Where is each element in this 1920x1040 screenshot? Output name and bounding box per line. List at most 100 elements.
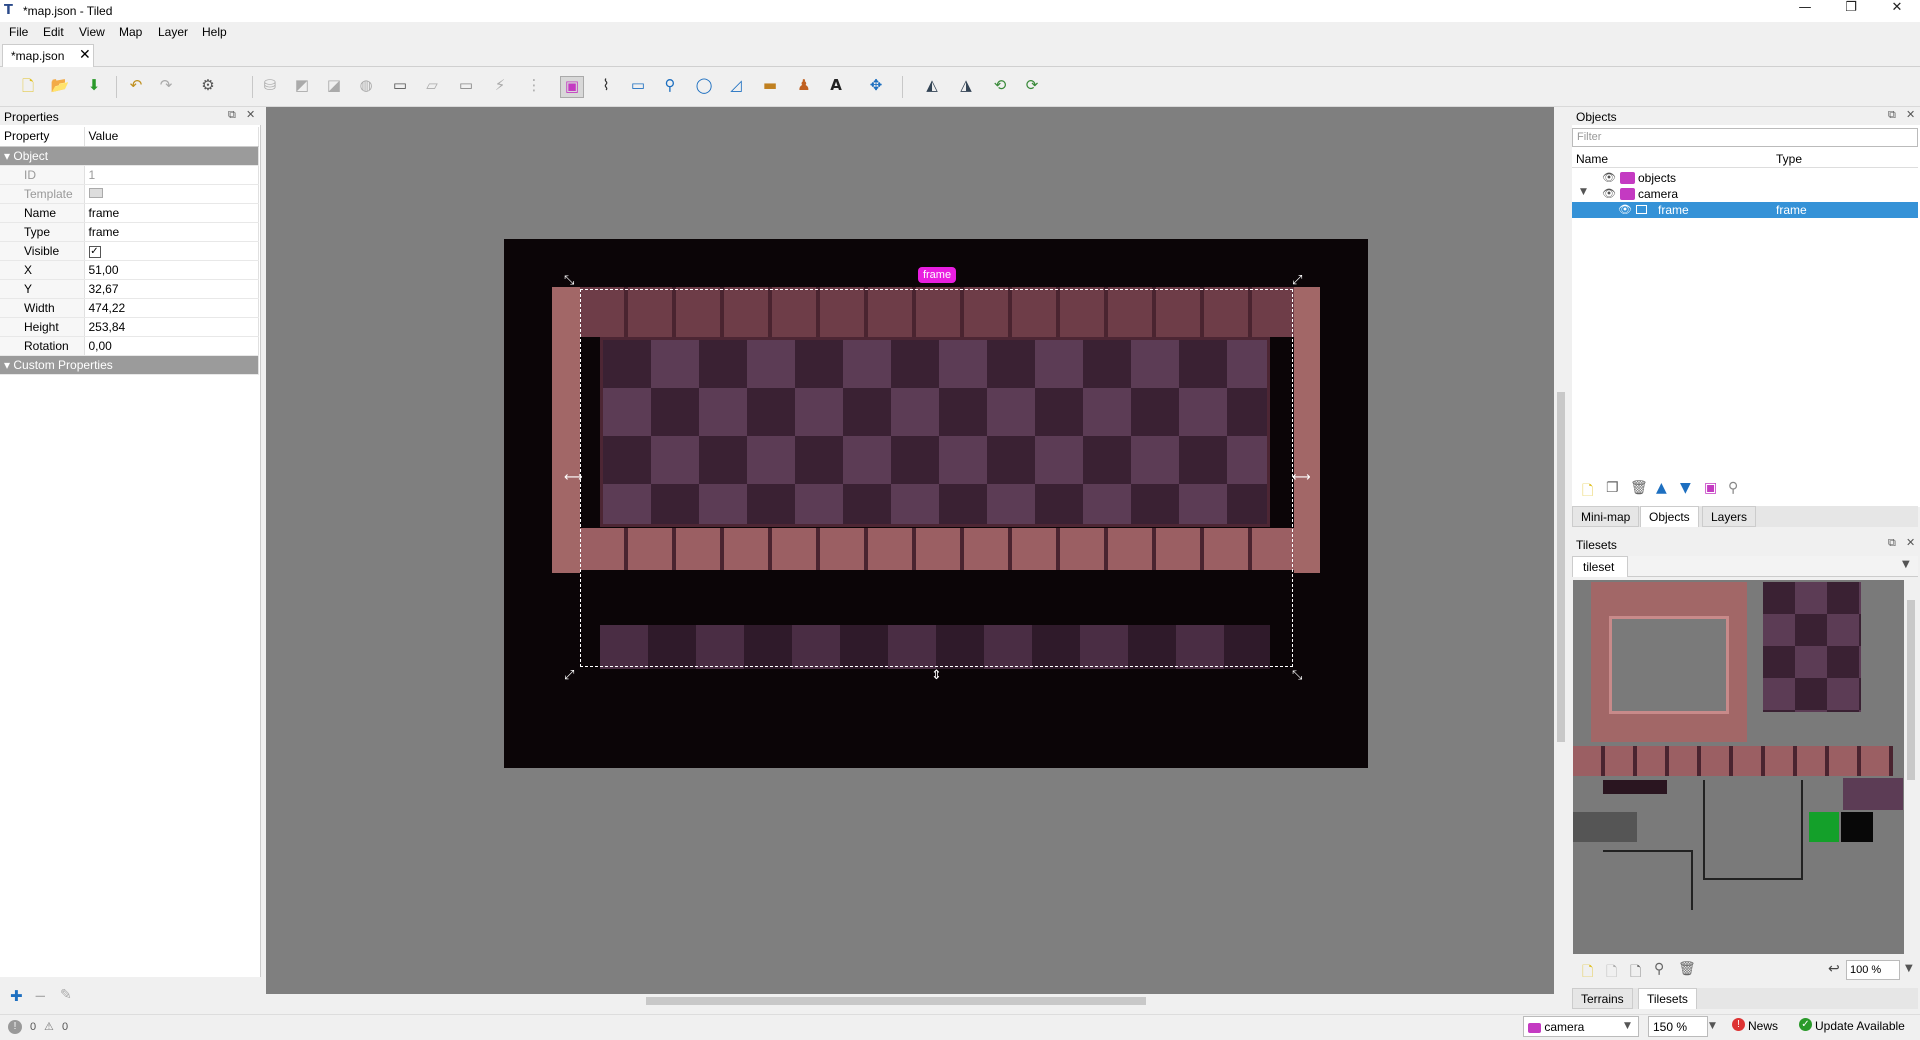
menu-help[interactable]: Help xyxy=(202,25,227,39)
group-object[interactable]: ▾ Object xyxy=(0,146,259,166)
eye-icon[interactable]: 👁 xyxy=(1602,187,1616,200)
new-file-icon[interactable]: 🗋 xyxy=(16,76,40,98)
resize-handle-left[interactable]: ⟷ xyxy=(564,470,583,485)
update-icon[interactable]: ✓ xyxy=(1799,1018,1812,1031)
tab-tilesets[interactable]: Tilesets xyxy=(1638,988,1697,1009)
insert-ellipse-icon[interactable]: ◯ xyxy=(692,76,716,98)
resize-handle-bottom-right[interactable]: ⤡ xyxy=(1292,668,1302,683)
property-row-name[interactable]: Name frame xyxy=(0,203,259,223)
property-value[interactable]: frame xyxy=(84,222,259,242)
property-row-height[interactable]: Height 253,84 xyxy=(0,317,259,337)
undock-icon[interactable]: ⧉ xyxy=(1888,108,1896,122)
move-up-icon[interactable]: ▲ xyxy=(1656,480,1667,496)
resize-handle-bottom[interactable]: ⇕ xyxy=(931,668,942,683)
property-row-x[interactable]: X 51,00 xyxy=(0,260,259,280)
rotate-right-icon[interactable]: ⟳ xyxy=(1020,76,1044,98)
objects-filter-input[interactable]: Filter xyxy=(1572,128,1918,147)
resize-handle-top-right[interactable]: ⤢ xyxy=(1292,273,1302,288)
warning-icon[interactable]: ⚠ xyxy=(44,1020,54,1033)
property-row-y[interactable]: Y 32,67 xyxy=(0,279,259,299)
property-row-id[interactable]: ID 1 xyxy=(0,165,259,185)
undock-icon[interactable]: ⧉ xyxy=(1888,536,1896,550)
rotate-left-icon[interactable]: ⟲ xyxy=(988,76,1012,98)
add-object-layer-icon[interactable]: 🗋 xyxy=(1582,480,1593,504)
stamp-brush-icon[interactable]: ⛁ xyxy=(258,76,282,98)
undo-icon[interactable]: ↶ xyxy=(124,76,148,98)
tile-brick-row[interactable] xyxy=(1573,746,1893,776)
insert-rectangle-icon[interactable]: ▭ xyxy=(626,76,650,98)
tileset-tab[interactable]: tileset xyxy=(1572,556,1628,577)
menu-map[interactable]: Map xyxy=(119,25,142,39)
export-tileset-icon[interactable]: 🗋 xyxy=(1630,961,1641,985)
menu-view[interactable]: View xyxy=(79,25,105,39)
news-link[interactable]: News xyxy=(1748,1019,1778,1033)
close-panel-icon[interactable]: ✕ xyxy=(246,108,255,121)
property-value[interactable]: 32,67 xyxy=(84,279,259,299)
tile-floor-block[interactable] xyxy=(1763,582,1861,712)
wang-brush-icon[interactable]: ◪ xyxy=(322,76,346,98)
current-layer-select[interactable]: camera ▼ xyxy=(1523,1016,1639,1037)
property-row-type[interactable]: Type frame xyxy=(0,222,259,242)
map-zoom-select[interactable]: 150 % ▼ xyxy=(1648,1016,1716,1037)
delete-objects-icon[interactable]: 🗑 xyxy=(1630,480,1648,496)
tile-line-pieces[interactable] xyxy=(1703,780,1803,880)
tileset-view[interactable] xyxy=(1573,580,1904,954)
new-tileset-icon[interactable]: 🗋 xyxy=(1582,961,1593,985)
close-panel-icon[interactable]: ✕ xyxy=(1906,536,1915,549)
insert-polygon-icon[interactable]: ◿ xyxy=(724,76,748,98)
insert-template-icon[interactable]: ♟ xyxy=(792,76,816,98)
menu-layer[interactable]: Layer xyxy=(158,25,188,39)
rect-select-icon[interactable]: ▭ xyxy=(454,76,478,98)
select-same-tile-icon[interactable]: ⋮ xyxy=(522,76,546,98)
canvas-horizontal-scrollbar[interactable] xyxy=(266,994,1554,1008)
column-header-type[interactable]: Type xyxy=(1776,152,1802,166)
flip-horizontal-icon[interactable]: ◭ xyxy=(920,76,944,98)
tree-row-frame-object[interactable]: 👁 frame frame xyxy=(1572,202,1918,218)
update-available-link[interactable]: Update Available xyxy=(1815,1019,1905,1033)
duplicate-objects-icon[interactable]: ❐ xyxy=(1606,480,1619,496)
resize-handle-top-left[interactable]: ⤡ xyxy=(564,273,574,288)
tile-green[interactable] xyxy=(1809,812,1839,842)
remove-tileset-icon[interactable]: 🗑 xyxy=(1678,961,1696,977)
flip-vertical-icon[interactable]: ◮ xyxy=(954,76,978,98)
tile-wall-interior[interactable] xyxy=(1609,616,1729,714)
tileset-scroll-thumb[interactable] xyxy=(1907,600,1915,780)
eye-icon[interactable]: 👁 xyxy=(1618,203,1632,216)
collapse-arrow-icon[interactable]: ▾ xyxy=(4,358,10,372)
property-row-rotation[interactable]: Rotation 0,00 xyxy=(0,336,259,356)
tab-mini-map[interactable]: Mini-map xyxy=(1572,506,1640,527)
property-value[interactable]: 474,22 xyxy=(84,298,259,318)
tile-purple[interactable] xyxy=(1843,778,1903,810)
embed-tileset-icon[interactable]: 🗋 xyxy=(1606,961,1617,985)
property-row-template[interactable]: Template xyxy=(0,184,259,204)
tab-objects[interactable]: Objects xyxy=(1640,506,1699,527)
object-properties-icon[interactable]: ⚲ xyxy=(1728,480,1738,496)
selected-object-frame[interactable] xyxy=(580,289,1293,667)
tile-dark-row[interactable] xyxy=(1603,780,1667,794)
menu-edit[interactable]: Edit xyxy=(43,25,64,39)
document-tab[interactable]: *map.json ✕ xyxy=(2,44,94,67)
vertical-scroll-thumb[interactable] xyxy=(1557,392,1565,742)
error-icon[interactable]: ! xyxy=(8,1020,22,1034)
insert-tile-icon[interactable]: ▬ xyxy=(758,76,782,98)
chevron-down-icon[interactable]: ▼ xyxy=(1905,963,1913,974)
column-header-name[interactable]: Name xyxy=(1576,152,1608,166)
undock-icon[interactable]: ⧉ xyxy=(228,108,236,122)
close-panel-icon[interactable]: ✕ xyxy=(1906,108,1915,121)
property-value[interactable]: frame xyxy=(84,203,259,223)
property-value[interactable]: 51,00 xyxy=(84,260,259,280)
eraser-icon[interactable]: ▱ xyxy=(420,76,444,98)
open-file-icon[interactable]: 📂 xyxy=(48,76,72,98)
tab-layers[interactable]: Layers xyxy=(1702,506,1757,527)
redo-icon[interactable]: ↷ xyxy=(154,76,178,98)
tileset-menu-icon[interactable]: ▼ xyxy=(1902,559,1910,570)
close-tab-icon[interactable]: ✕ xyxy=(79,47,91,63)
insert-point-icon[interactable]: ⚲ xyxy=(658,76,682,98)
save-icon[interactable]: ⬇ xyxy=(82,76,106,98)
tile-line-pieces[interactable] xyxy=(1603,850,1693,910)
shape-fill-icon[interactable]: ▭ xyxy=(388,76,412,98)
select-objects-icon[interactable]: ▣ xyxy=(560,76,584,98)
edit-polygons-icon[interactable]: ⌇ xyxy=(594,76,618,98)
tree-row-camera-layer[interactable]: ▼ 👁 camera xyxy=(1572,186,1918,202)
collapse-arrow-icon[interactable]: ▾ xyxy=(4,149,10,163)
